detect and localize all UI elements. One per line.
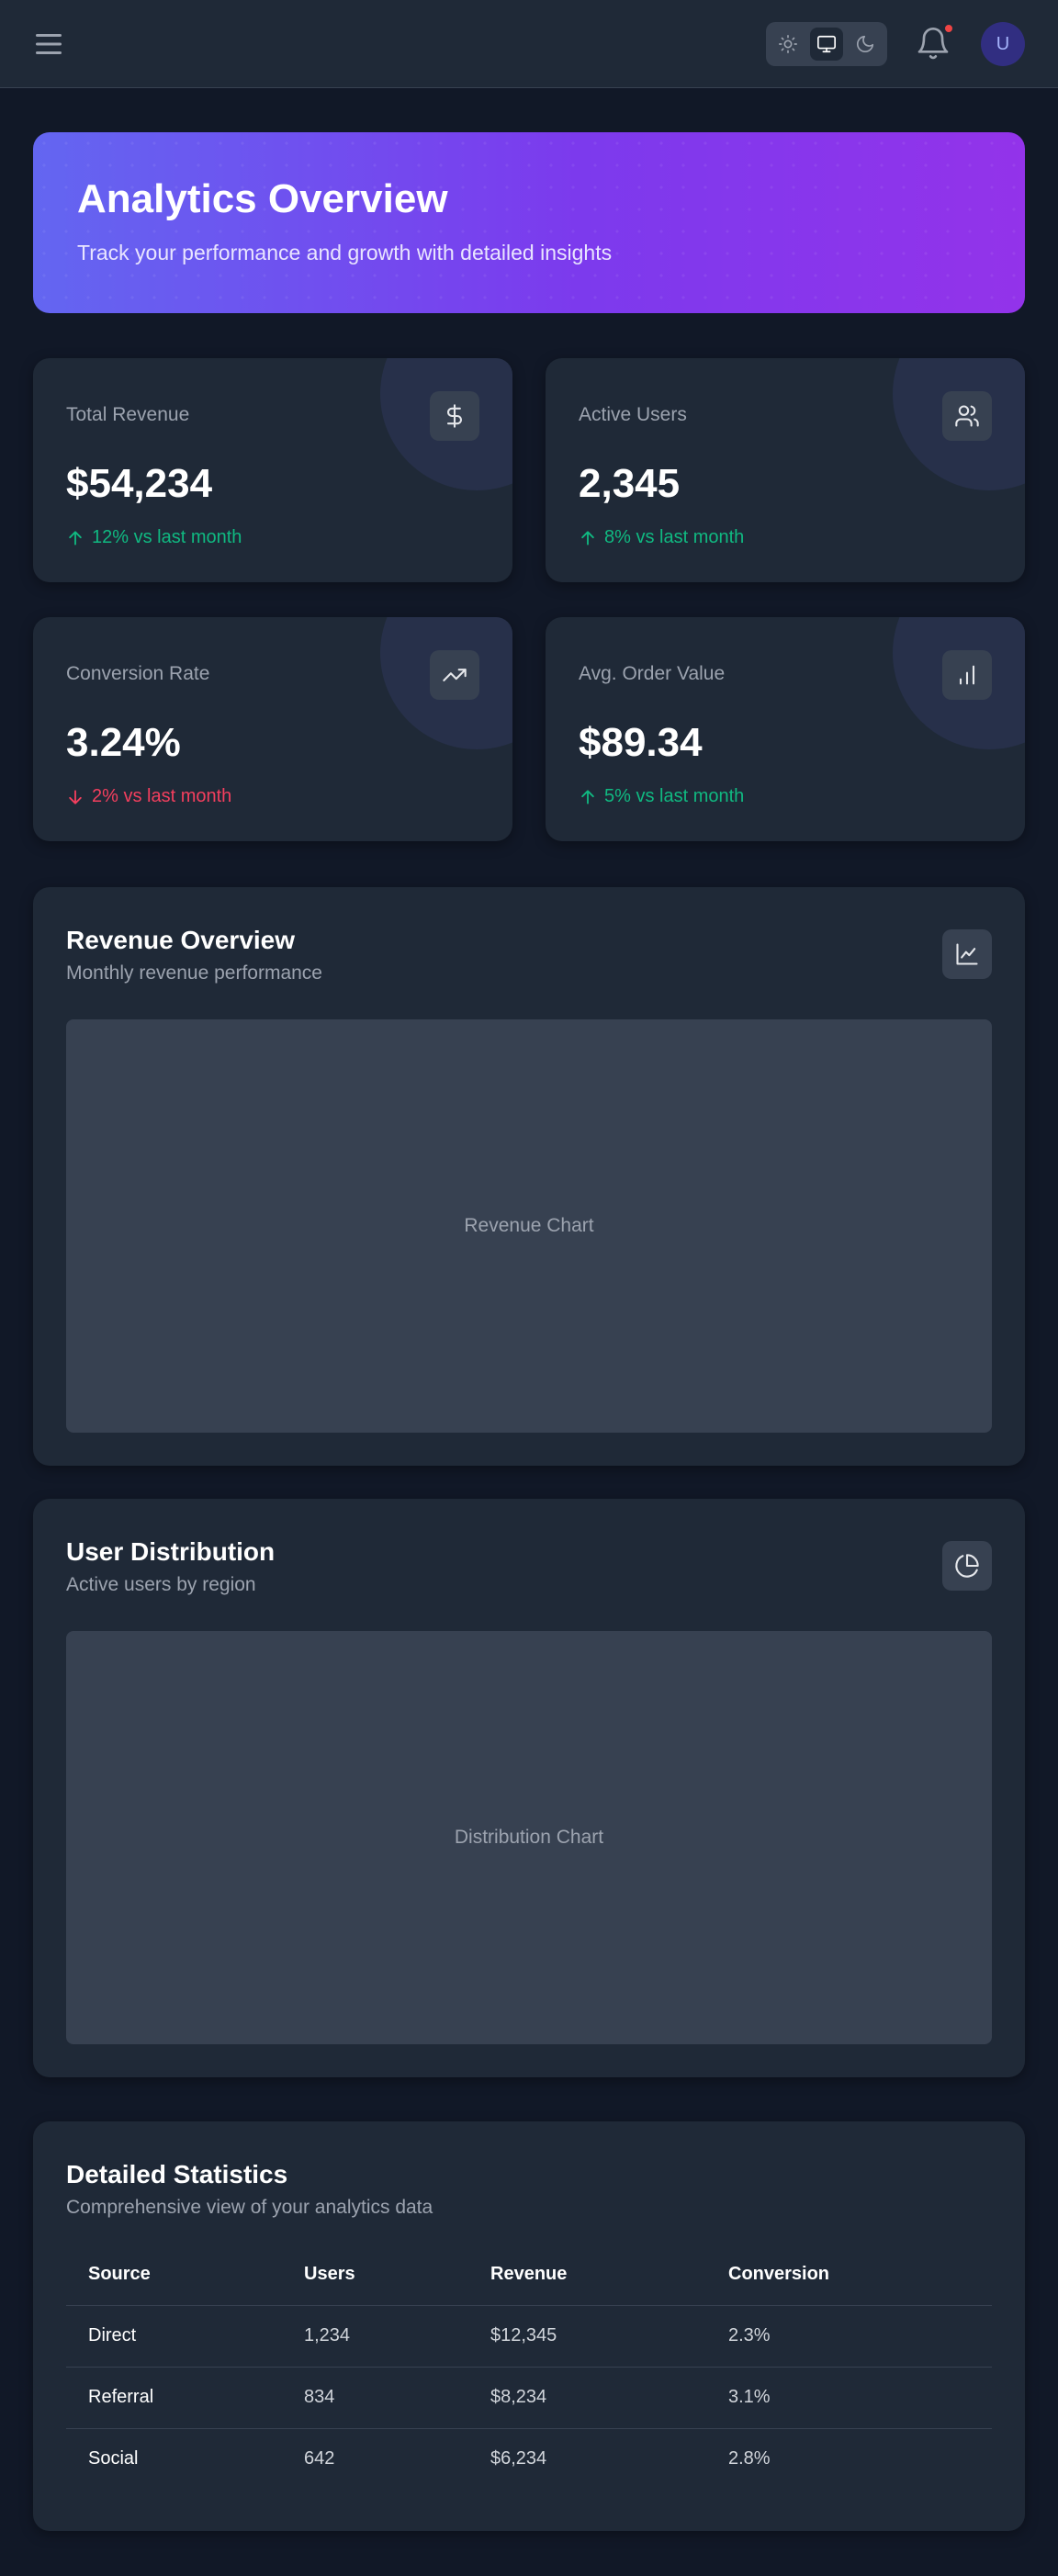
panel-title: Detailed Statistics bbox=[66, 2160, 288, 2188]
column-header: Conversion bbox=[728, 2264, 830, 2285]
revenue-overview-panel: Revenue Overview Monthly revenue perform… bbox=[33, 887, 1025, 1466]
top-bar: U bbox=[0, 0, 1058, 88]
arrow-up-icon bbox=[581, 530, 594, 546]
distribution-chart-placeholder: Distribution Chart bbox=[66, 1631, 992, 2044]
stat-change-text: 2% vs last month bbox=[92, 786, 232, 806]
stat-change: 12% vs last month bbox=[66, 527, 242, 548]
pie-chart-icon bbox=[955, 1554, 979, 1578]
arrow-up-icon bbox=[69, 530, 82, 546]
table-cell: Social bbox=[66, 2427, 282, 2490]
table-cell: 642 bbox=[282, 2427, 468, 2490]
stat-value: 3.24% bbox=[66, 720, 181, 765]
stat-label: Active Users bbox=[579, 404, 687, 425]
column-header: Source bbox=[88, 2264, 151, 2285]
stat-label: Avg. Order Value bbox=[579, 663, 726, 684]
stat-label: Conversion Rate bbox=[66, 663, 210, 684]
table-cell: Direct bbox=[66, 2304, 282, 2367]
table-cell: Referral bbox=[66, 2366, 282, 2428]
arrow-up-icon bbox=[581, 789, 594, 804]
table-header-row: Source Users Revenue Conversion bbox=[66, 2244, 992, 2305]
panel-subtitle: Active users by region bbox=[66, 1574, 256, 1595]
stat-label: Total Revenue bbox=[66, 404, 190, 425]
user-distribution-panel: User Distribution Active users by region… bbox=[33, 1499, 1025, 2077]
dollar-icon bbox=[446, 404, 463, 428]
theme-system-button[interactable] bbox=[810, 28, 843, 61]
stat-icon-box bbox=[430, 391, 479, 441]
table-row: Referral 834 $8,234 3.1% bbox=[66, 2366, 992, 2428]
stat-value: 2,345 bbox=[579, 461, 681, 506]
theme-light-button[interactable] bbox=[771, 28, 805, 61]
bar-chart-icon bbox=[959, 665, 975, 685]
table-cell: $12,345 bbox=[468, 2304, 706, 2367]
page-subtitle: Track your performance and growth with d… bbox=[77, 241, 613, 264]
line-chart-icon bbox=[956, 943, 978, 965]
column-header: Revenue bbox=[490, 2264, 568, 2285]
table-cell: 2.3% bbox=[706, 2304, 992, 2367]
theme-switcher bbox=[766, 22, 887, 66]
panel-subtitle: Monthly revenue performance bbox=[66, 962, 322, 984]
panel-subtitle: Comprehensive view of your analytics dat… bbox=[66, 2197, 433, 2218]
stat-change-text: 12% vs last month bbox=[92, 527, 242, 547]
distribution-chart-button[interactable] bbox=[942, 1541, 992, 1591]
sun-icon bbox=[779, 35, 797, 53]
table-cell: $8,234 bbox=[468, 2366, 706, 2428]
revenue-chart-button[interactable] bbox=[942, 929, 992, 979]
menu-icon[interactable] bbox=[35, 31, 62, 57]
stat-value: $89.34 bbox=[579, 720, 703, 765]
moon-icon bbox=[856, 35, 874, 53]
stat-card-active-users: Active Users 2,345 8% vs last month bbox=[546, 358, 1025, 582]
table-cell: 1,234 bbox=[282, 2304, 468, 2367]
stat-change-text: 8% vs last month bbox=[604, 527, 745, 547]
stat-icon-box bbox=[942, 650, 992, 700]
detailed-statistics-panel: Detailed Statistics Comprehensive view o… bbox=[33, 2121, 1025, 2531]
stat-value: $54,234 bbox=[66, 461, 213, 506]
hero-banner: Analytics Overview Track your performanc… bbox=[33, 132, 1025, 313]
theme-dark-button[interactable] bbox=[849, 28, 882, 61]
stat-icon-box bbox=[430, 650, 479, 700]
stat-change: 2% vs last month bbox=[66, 786, 231, 807]
stat-change: 5% vs last month bbox=[579, 786, 744, 807]
trending-up-icon bbox=[443, 669, 467, 681]
panel-title: Revenue Overview bbox=[66, 926, 296, 954]
panel-title: User Distribution bbox=[66, 1537, 276, 1566]
stat-change: 8% vs last month bbox=[579, 527, 744, 548]
statistics-table: Source Users Revenue Conversion Direct 1… bbox=[66, 2244, 992, 2490]
table-cell: 2.8% bbox=[706, 2427, 992, 2490]
stat-icon-box bbox=[942, 391, 992, 441]
table-cell: 3.1% bbox=[706, 2366, 992, 2428]
page-title: Analytics Overview bbox=[77, 176, 448, 221]
stat-change-text: 5% vs last month bbox=[604, 786, 745, 806]
stat-card-conversion-rate: Conversion Rate 3.24% 2% vs last month bbox=[33, 617, 512, 841]
table-row: Direct 1,234 $12,345 2.3% bbox=[66, 2304, 992, 2367]
avatar[interactable]: U bbox=[981, 22, 1025, 66]
table-cell: 834 bbox=[282, 2366, 468, 2428]
column-header: Users bbox=[304, 2264, 355, 2285]
users-icon bbox=[955, 405, 979, 427]
revenue-chart-placeholder: Revenue Chart bbox=[66, 1019, 992, 1433]
stat-card-total-revenue: Total Revenue $54,234 12% vs last month bbox=[33, 358, 512, 582]
table-row: Social 642 $6,234 2.8% bbox=[66, 2427, 992, 2490]
table-cell: $6,234 bbox=[468, 2427, 706, 2490]
notification-badge bbox=[943, 23, 954, 34]
arrow-down-icon bbox=[69, 789, 82, 804]
monitor-icon bbox=[817, 35, 836, 53]
stat-card-avg-order-value: Avg. Order Value $89.34 5% vs last month bbox=[546, 617, 1025, 841]
